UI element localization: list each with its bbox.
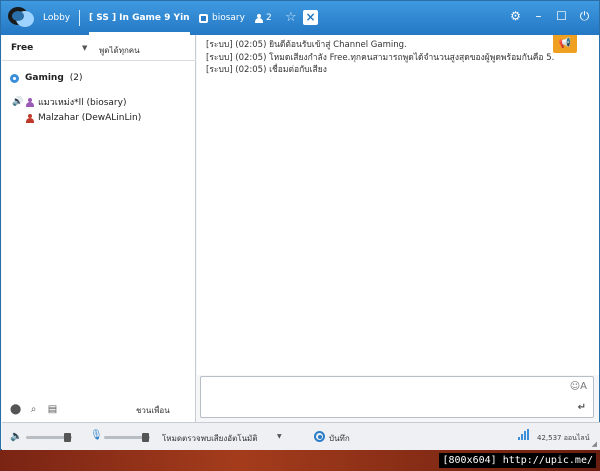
person-icon [26, 97, 34, 107]
channel-count: (2) [69, 73, 83, 83]
record-icon[interactable] [314, 431, 325, 442]
footer-caption: [800x604] http://upic.me/ [439, 453, 596, 468]
invite-friends-link[interactable]: ชวนเพื่อน [136, 404, 170, 417]
resize-grip-icon[interactable]: ◢ [592, 440, 597, 448]
tab-separator [79, 10, 80, 26]
chevron-down-icon: ▼ [82, 44, 88, 52]
signal-icon [518, 429, 529, 440]
chat-message: [ระบบ] (02:05) โหมดเสียงกำลัง Free.ทุกคน… [206, 52, 555, 63]
close-tab-button[interactable]: × [303, 10, 318, 25]
notes-icon[interactable]: ▤ [47, 404, 58, 415]
announce-button[interactable]: 📢 [553, 35, 577, 53]
title-bar: Lobby [ SS ] In Game 9 Yin biosary 2 ☆ ×… [1, 1, 599, 35]
chat-input[interactable]: ☺A ↵ [200, 376, 594, 418]
screenshot-footer: [800x604] http://upic.me/ [0, 450, 600, 471]
user-tab[interactable]: biosary [199, 1, 245, 35]
speaker-icon: 🔊 [12, 97, 24, 107]
send-enter-icon[interactable]: ↵ [578, 402, 586, 413]
window-controls: ⚙ – ☐ ⏻ [509, 10, 591, 23]
online-count: 42,537 ออนไลน์ [537, 434, 590, 442]
member-name: แมวเหม่ง*ll (biosary) [38, 98, 127, 108]
location-pin-icon[interactable]: ⬤ [10, 404, 21, 415]
person-icon [26, 113, 34, 123]
chat-log: [ระบบ] (02:05) ยินดีต้อนรับเข้าสู่ Chann… [197, 35, 599, 375]
channel-name: Gaming [25, 73, 64, 83]
chat-message: [ระบบ] (02:05) เชื่อมต่อกับเสียง [206, 65, 327, 75]
channel-item-gaming[interactable]: Gaming (2) [10, 73, 83, 83]
panel-footer: ⬤ ⌕ ▤ ชวนเพื่อน [2, 396, 196, 422]
chat-messages: [ระบบ] (02:05) ยินดีต้อนรับเข้าสู่ Chann… [206, 39, 569, 77]
member-name: Malzahar (DewALinLin) [38, 113, 142, 123]
minimize-icon[interactable]: – [532, 10, 545, 23]
user-card-icon [199, 13, 208, 23]
slider-knob[interactable] [142, 433, 149, 442]
voice-mode-description: พูดได้ทุกคน [99, 46, 140, 55]
chevron-down-icon[interactable]: ▼ [277, 433, 282, 440]
person-icon [255, 13, 263, 23]
channel-tab[interactable]: [ SS ] In Game 9 Yin [89, 1, 190, 35]
microphone-icon[interactable]: 🎙 [90, 430, 103, 441]
voice-detection-mode[interactable]: โหมดตรวจพบเสียงอัตโนมัติ [162, 432, 258, 445]
star-icon[interactable]: ☆ [285, 10, 297, 26]
user-count: 2 [255, 1, 272, 35]
power-icon[interactable]: ⏻ [578, 10, 591, 23]
voice-mode-label: Free [11, 43, 34, 53]
lobby-tab[interactable]: Lobby [43, 1, 70, 35]
user-count-value: 2 [266, 13, 272, 23]
member-item[interactable]: Malzahar (DewALinLin) [26, 113, 141, 123]
chat-message: [ระบบ] (02:05) ยินดีต้อนรับเข้าสู่ Chann… [206, 40, 407, 50]
record-button-label[interactable]: บันทึก [329, 432, 350, 445]
search-icon[interactable]: ⌕ [28, 404, 39, 415]
voice-mode-select[interactable]: Free ▼ พูดได้ทุกคน [2, 35, 196, 61]
app-window: Lobby [ SS ] In Game 9 Yin biosary 2 ☆ ×… [0, 0, 600, 450]
speaker-volume-icon[interactable]: 🔈 [10, 431, 22, 442]
slider-knob[interactable] [64, 433, 71, 442]
mic-volume-slider[interactable] [104, 433, 150, 442]
user-tab-label: biosary [212, 13, 245, 23]
emoji-icon[interactable]: ☺A [570, 381, 587, 392]
app-logo-icon [8, 7, 34, 27]
channel-icon [10, 73, 19, 83]
gear-icon[interactable]: ⚙ [509, 10, 522, 23]
status-bar: 🔈 🎙 โหมดตรวจพบเสียงอัตโนมัติ ▼ บันทึก 42… [2, 422, 600, 450]
maximize-icon[interactable]: ☐ [555, 10, 568, 23]
member-item[interactable]: 🔊 แมวเหม่ง*ll (biosary) [12, 95, 126, 109]
speaker-volume-slider[interactable] [26, 433, 72, 442]
channel-panel: Free ▼ พูดได้ทุกคน Gaming (2) 🔊 แมวเหม่ง… [2, 35, 196, 422]
